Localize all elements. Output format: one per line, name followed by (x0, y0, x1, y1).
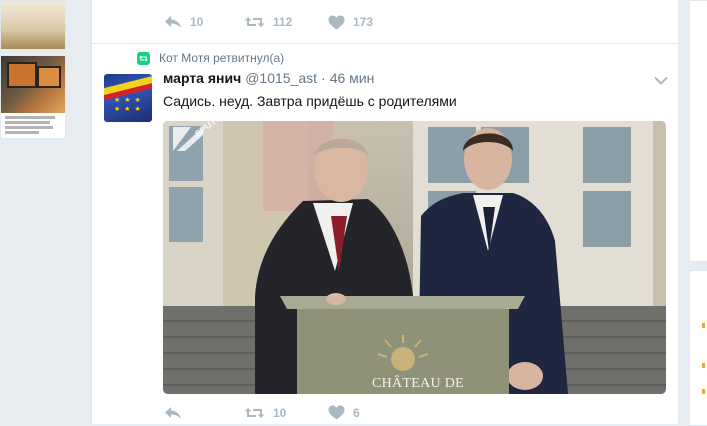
accent-mark (702, 389, 705, 394)
header-separator: · (321, 70, 326, 86)
like-button[interactable]: 6 (328, 405, 398, 420)
left-column (0, 0, 66, 424)
right-column (689, 0, 707, 426)
right-sidebar-card (689, 0, 707, 262)
retweet-icon (244, 406, 265, 420)
like-count: 173 (353, 15, 374, 29)
tweet-actions: 10 6 (164, 405, 398, 420)
retweet-count: 112 (273, 15, 293, 29)
right-sidebar-card (689, 270, 707, 426)
avatar-graphic: ★ ★ ★ ★ ★ ★ (114, 97, 142, 113)
thumbnail-picture (1, 56, 65, 113)
author-name[interactable]: марта янич (163, 70, 241, 86)
thumbnail-caption-lines (1, 113, 65, 138)
heart-icon (328, 405, 345, 420)
thumbnail-shape (37, 66, 61, 88)
retweet-badge-icon (137, 51, 150, 65)
retweet-button[interactable]: 112 (244, 15, 328, 29)
previous-tweet-actions: 10 112 173 (164, 12, 398, 32)
like-count: 6 (353, 405, 360, 420)
sidebar-thumbnail-top[interactable] (0, 0, 66, 50)
reply-count: 10 (190, 15, 204, 29)
tweet-text: Садись. неуд. Завтра придёшь с родителям… (163, 93, 457, 109)
reply-button[interactable]: 10 (164, 15, 244, 29)
tweet-timestamp[interactable]: 46 мин (330, 70, 375, 86)
podium-caption: CHÂTEAU DE VERSAILLES (371, 376, 465, 394)
reply-icon (164, 15, 182, 29)
tweet-media-photo[interactable]: SPUTNIK CHÂTEAU DE VERSAILLES (163, 121, 666, 394)
reply-button[interactable] (164, 406, 244, 420)
retweet-icon (244, 15, 265, 29)
tweet-header: марта янич @1015_ast · 46 мин (163, 70, 374, 86)
like-button[interactable]: 173 (328, 15, 398, 30)
avatar[interactable]: ★ ★ ★ ★ ★ ★ (104, 74, 152, 122)
thumbnail-shape (7, 62, 37, 88)
author-handle[interactable]: @1015_ast (245, 70, 317, 86)
photo-scene (163, 121, 666, 394)
sidebar-thumbnail-image[interactable] (0, 55, 66, 139)
reply-icon (164, 406, 182, 420)
heart-icon (328, 15, 345, 30)
retweet-context-text: Кот Мотя ретвитнул(а) (159, 51, 285, 65)
accent-mark (702, 323, 705, 328)
retweet-count: 10 (273, 405, 287, 420)
retweet-button[interactable]: 10 (244, 406, 328, 420)
more-options-chevron-icon[interactable] (654, 72, 668, 90)
accent-mark (702, 363, 705, 368)
tweet-divider (92, 43, 678, 44)
retweet-context[interactable]: Кот Мотя ретвитнул(а) (137, 51, 284, 65)
timeline: 10 112 173 Кот Мотя ретвитнул(а) ★ ★ ★ ★ … (91, 0, 679, 424)
